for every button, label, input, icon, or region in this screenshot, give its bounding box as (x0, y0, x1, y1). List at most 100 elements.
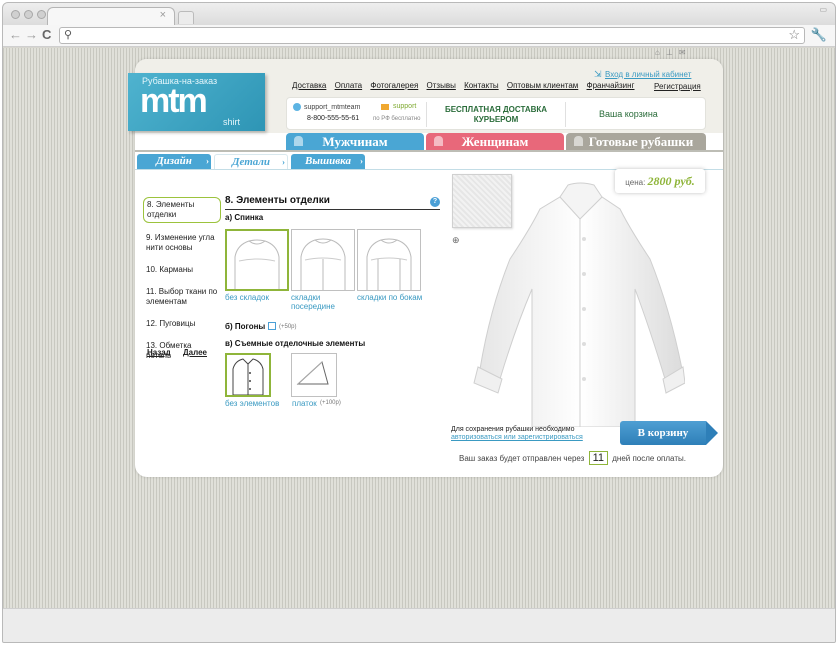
auth-link[interactable]: авторизоваться или зарегистрироваться (451, 434, 583, 442)
option-no-pleats-label[interactable]: без складок (225, 293, 269, 302)
logo[interactable]: Рубашка-на-заказ mtm shirt (128, 73, 265, 131)
tab-ready-shirts[interactable]: Готовые рубашки (566, 133, 706, 150)
skype-icon (293, 103, 301, 111)
login-icon: ⇲ (594, 69, 602, 79)
tab-women-label: Женщинам (461, 134, 529, 149)
sitemap-icon[interactable]: ⊥ (666, 48, 679, 57)
mail-icon[interactable]: ✉ (679, 48, 692, 57)
bookmark-star-icon[interactable]: ☆ (788, 27, 800, 43)
phone-note: по РФ бесплатно (373, 116, 421, 122)
option-handkerchief-label[interactable]: платок (292, 399, 317, 408)
subtab-design[interactable]: Дизайн › (137, 154, 211, 169)
option-center-pleats-label[interactable]: складки посередине (291, 293, 357, 311)
save-note-text: Для сохранения рубашки необходимо (451, 426, 575, 433)
order-note-pre: Ваш заказ будет отправлен через (459, 454, 585, 463)
handkerchief-price: (+100р) (320, 400, 341, 406)
handkerchief-icon (296, 361, 329, 385)
woman-icon (434, 136, 443, 146)
section-rule (225, 209, 440, 210)
order-note-post: дней после оплаты. (612, 454, 686, 463)
support-link[interactable]: support (393, 103, 416, 110)
side-item-pockets[interactable]: 10. Карманы (143, 263, 221, 277)
option-no-elements[interactable] (225, 353, 271, 397)
price-value: 2800 руб. (647, 174, 695, 188)
shirt-back-icon (300, 238, 346, 290)
chevron-right-icon: › (206, 156, 209, 166)
removable-heading: в) Съемные отделочные элементы (225, 339, 366, 348)
nav-contacts[interactable]: Контакты (464, 81, 499, 90)
tab-men[interactable]: Мужчинам (286, 133, 424, 150)
home-icon[interactable]: ⌂ (655, 48, 666, 57)
epaulets-checkbox[interactable] (268, 322, 276, 330)
site-page: Рубашка-на-заказ mtm shirt Доставка Опла… (128, 59, 723, 477)
browser-tab[interactable]: × (47, 7, 175, 25)
option-center-pleats[interactable] (291, 229, 355, 291)
nav-payment[interactable]: Оплата (335, 81, 363, 90)
skype-contact[interactable]: support_mtmteam (293, 103, 360, 111)
divider (565, 102, 566, 127)
nav-reviews[interactable]: Отзывы (427, 81, 456, 90)
option-side-pleats-label[interactable]: складки по бокам (357, 293, 423, 302)
forward-arrow-icon[interactable]: → (25, 27, 38, 42)
search-icon: ⚲ (64, 29, 73, 41)
subtab-design-label: Дизайн (156, 155, 192, 167)
price-tag: цена: 2800 руб. (615, 169, 705, 193)
shirt-back-icon (366, 238, 412, 290)
shirt-back-icon (234, 239, 280, 289)
subtab-details-label: Детали (231, 156, 271, 168)
tab-close-icon[interactable]: × (160, 9, 166, 21)
shirt-preview-image (473, 182, 685, 427)
nav-wholesale[interactable]: Оптовым клиентам (507, 81, 578, 90)
back-link[interactable]: Назад (147, 348, 171, 357)
top-nav: Доставка Оплата Фотогалерея Отзывы Конта… (292, 81, 640, 90)
info-bar: support_mtmteam support 8-800-555-55-61 … (286, 97, 706, 130)
side-item-buttons[interactable]: 12. Пуговицы (143, 317, 221, 331)
divider (426, 102, 427, 127)
cart-link[interactable]: Ваша корзина (599, 109, 658, 119)
login-link[interactable]: Вход в личный кабинет (605, 70, 691, 79)
wrench-icon[interactable]: 🔧 (811, 27, 827, 43)
minimize-window-button[interactable] (24, 10, 33, 19)
nav-franchise[interactable]: Франчайзинг (587, 81, 635, 90)
shirt-icon (574, 136, 583, 146)
add-to-cart-button[interactable]: В корзину (620, 421, 718, 445)
price-label: цена: (625, 178, 646, 187)
zoom-icon[interactable]: ⊕ (452, 235, 460, 246)
subtab-details[interactable]: Детали › (214, 154, 288, 169)
address-bar[interactable]: ⚲ ☆ (59, 27, 805, 44)
option-no-pleats[interactable] (225, 229, 289, 291)
tab-women[interactable]: Женщинам (426, 133, 564, 150)
step-nav: Назад Далее (147, 348, 217, 357)
subtab-embroidery[interactable]: Вышивка › (291, 154, 365, 169)
help-icon[interactable]: ? (430, 197, 440, 207)
side-item-fabric[interactable]: 11. Выбор ткани по элементам (143, 285, 221, 309)
zoom-window-button[interactable] (37, 10, 46, 19)
free-delivery-banner: БЕСПЛАТНАЯ ДОСТАВКА КУРЬЕРОМ (444, 105, 548, 124)
next-link[interactable]: Далее (183, 348, 207, 357)
chevron-right-icon: › (360, 156, 363, 166)
window-resize-icon: ▭ (819, 5, 827, 14)
status-bar (3, 608, 835, 642)
back-heading: а) Спинка (225, 213, 264, 222)
nav-delivery[interactable]: Доставка (292, 81, 326, 90)
mail-support-icon (381, 104, 389, 110)
tab-men-label: Мужчинам (322, 134, 388, 149)
epaulets-label: б) Погоны (225, 322, 266, 331)
side-item-grain[interactable]: 9. Изменение угла нити основы (143, 231, 221, 255)
new-tab-button[interactable] (178, 11, 194, 24)
logo-sub: shirt (223, 117, 241, 127)
order-days: 11 (588, 451, 609, 465)
side-item-trim[interactable]: 8. Элементы отделки (143, 197, 221, 223)
option-handkerchief[interactable] (291, 353, 337, 397)
logo-main: mtm (140, 82, 208, 120)
shirt-front-icon (232, 358, 264, 396)
back-arrow-icon[interactable]: ← (9, 27, 22, 42)
option-no-elements-label[interactable]: без элементов (225, 399, 279, 408)
option-side-pleats[interactable] (357, 229, 421, 291)
nav-gallery[interactable]: Фотогалерея (370, 81, 418, 90)
register-link[interactable]: Регистрация (654, 82, 701, 91)
tab-bar: × ▭ (3, 3, 835, 25)
close-window-button[interactable] (11, 10, 20, 19)
browser-toolbar: ← → C ⚲ ☆ 🔧 (3, 25, 835, 47)
reload-icon[interactable]: C (42, 27, 51, 42)
